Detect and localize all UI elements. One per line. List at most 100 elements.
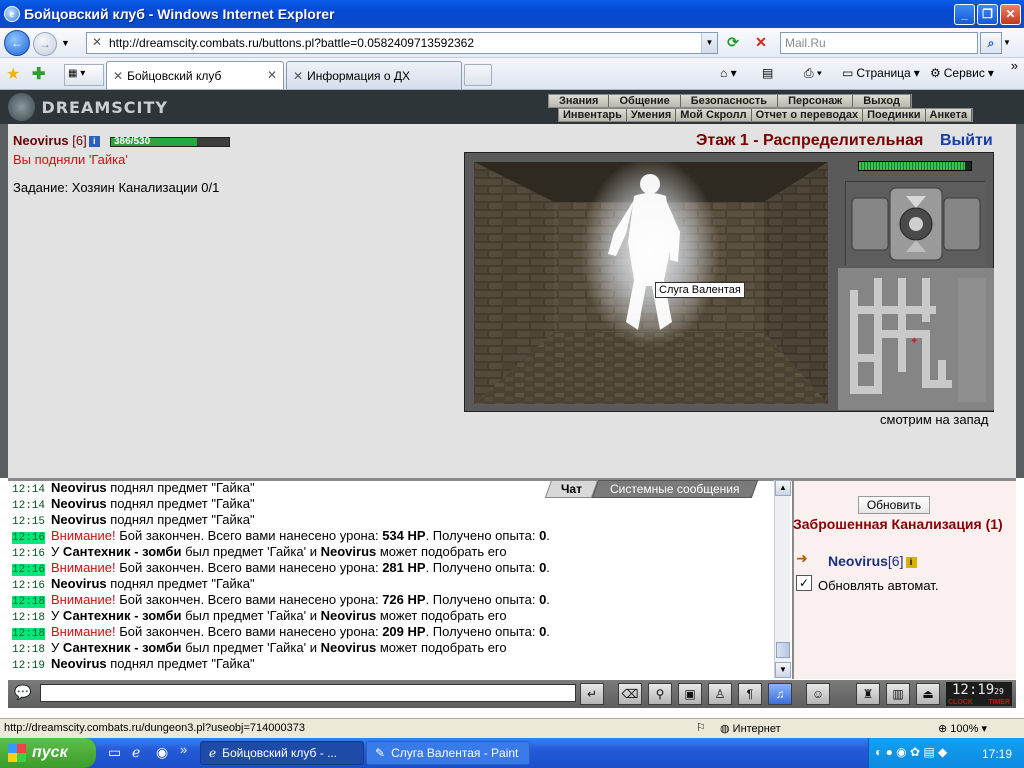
scroll-thumb[interactable]	[776, 642, 790, 658]
refresh-icon[interactable]: ⟳	[723, 34, 743, 54]
ie-quicklaunch-icon[interactable]: ℯ	[132, 744, 140, 761]
tab-combats[interactable]: ✕ Бойцовский клуб ✕	[106, 61, 284, 89]
tab-chat[interactable]: Чат	[544, 480, 599, 498]
page-menu[interactable]: ▭ Страница ▾	[842, 66, 920, 80]
start-button[interactable]: пуск	[0, 738, 96, 768]
player-name[interactable]: Neovirus [6] i	[13, 133, 100, 148]
chat-message-input[interactable]	[40, 684, 576, 702]
chat-bold-text[interactable]: Neovirus	[321, 640, 377, 655]
game-menu-item[interactable]: Безопасность	[681, 95, 779, 107]
add-favorites-icon[interactable]: ✚	[32, 64, 45, 84]
minimize-button[interactable]: _	[954, 4, 975, 25]
desktop-icon[interactable]: ▭	[108, 744, 121, 761]
send-icon[interactable]: ↵	[580, 683, 604, 705]
stop-icon[interactable]: ✕	[751, 34, 771, 54]
quick-tabs-button[interactable]: ▦ ▾	[64, 64, 104, 86]
chat-bold-text[interactable]: Neovirus	[51, 656, 107, 671]
game-menu-item[interactable]: Выход	[853, 95, 911, 107]
task-paint[interactable]: ✎ Слуга Валентая - Paint	[366, 741, 530, 765]
chat-time[interactable]: 12:15	[12, 516, 45, 528]
chat-text: . Получено опыта:	[425, 528, 540, 543]
game-menu-item[interactable]: Поединки	[863, 109, 926, 121]
inventory-icon[interactable]: ▥	[886, 683, 910, 705]
chat-time[interactable]: 12:14	[12, 500, 45, 512]
home-icon[interactable]: ⌂ ▾	[720, 66, 737, 80]
game-menu-item[interactable]: Инвентарь	[559, 109, 627, 121]
location-user-level: [6]	[887, 553, 904, 569]
quicklaunch-more-icon[interactable]: »	[180, 742, 187, 757]
auto-refresh-checkbox[interactable]: ✓	[796, 575, 812, 591]
game-menu-item[interactable]: Персонаж	[778, 95, 854, 107]
game-menu-item[interactable]: Мой Скролл	[676, 109, 752, 121]
location-user[interactable]: Neovirus[6] i	[828, 553, 917, 569]
chat-time[interactable]: 12:18	[12, 628, 46, 640]
speech-icon[interactable]: 💬	[14, 684, 36, 704]
refresh-button[interactable]: Обновить	[858, 496, 930, 514]
chat-bold-text[interactable]: Neovirus	[51, 496, 107, 511]
character-icon[interactable]: ♜	[856, 683, 880, 705]
chat-time[interactable]: 12:19	[12, 660, 45, 672]
media-player-icon[interactable]: ◉	[156, 744, 168, 761]
exit-link[interactable]: Выйти	[940, 132, 993, 150]
game-menu-item[interactable]: Общение	[609, 95, 681, 107]
game-menu-item[interactable]: Умения	[627, 109, 677, 121]
search-icon[interactable]: ⌕	[980, 32, 1002, 54]
chat-time[interactable]: 12:16	[12, 564, 46, 576]
game-menu-item[interactable]: Отчет о переводах	[752, 109, 864, 121]
maximize-button[interactable]: ❐	[977, 4, 998, 25]
game-menu-item[interactable]: Анкета	[926, 109, 973, 121]
search-options-icon[interactable]: ▼	[1003, 38, 1011, 47]
exit-icon[interactable]: ⏏	[916, 683, 940, 705]
zoom-level[interactable]: ⊕ 100% ▾	[938, 722, 987, 735]
new-tab-button[interactable]	[464, 64, 492, 86]
favorites-star-icon[interactable]: ★	[6, 64, 20, 84]
address-input[interactable]: http://dreamscity.combats.ru/buttons.pl?…	[109, 36, 474, 50]
chat-time[interactable]: 12:14	[12, 484, 45, 496]
private-icon[interactable]: ¶	[738, 683, 762, 705]
tab-info-dh[interactable]: ✕ Информация о ДХ	[286, 61, 462, 89]
chat-bold-text[interactable]: Neovirus	[51, 512, 107, 527]
back-button[interactable]: ←	[4, 30, 30, 56]
scroll-down-icon[interactable]: ▼	[775, 662, 791, 678]
forward-button[interactable]: →	[33, 32, 57, 56]
more-commands-icon[interactable]: »	[1011, 58, 1018, 73]
chat-scrollbar[interactable]: ▲ ▼	[774, 480, 791, 678]
feeds-icon[interactable]: ▤	[762, 66, 773, 80]
dungeon-view[interactable]	[474, 162, 828, 404]
chat-time[interactable]: 12:16	[12, 580, 45, 592]
chat-time[interactable]: 12:16	[12, 548, 45, 560]
chat-text: поднял предмет "Гайка"	[106, 656, 255, 671]
compass-control[interactable]	[845, 181, 986, 266]
chat-bold-text[interactable]: Neovirus	[321, 544, 377, 559]
chat-time[interactable]: 12:18	[12, 596, 46, 608]
chat-time[interactable]: 12:18	[12, 644, 45, 656]
walk-icon[interactable]: ♙	[708, 683, 732, 705]
facing-direction: смотрим на запад	[880, 412, 989, 427]
address-bar[interactable]: ✕ http://dreamscity.combats.ru/buttons.p…	[86, 32, 718, 54]
service-menu[interactable]: ⚙ Сервис ▾	[930, 66, 994, 80]
tab-system-messages[interactable]: Системные сообщения	[591, 480, 758, 498]
tab-close-icon[interactable]: ✕	[267, 68, 277, 82]
music-icon[interactable]: ♫	[768, 683, 792, 705]
address-dropdown-icon[interactable]: ▼	[701, 33, 717, 53]
chat-time[interactable]: 12:18	[12, 612, 45, 624]
smiley-icon[interactable]: ☺	[806, 683, 830, 705]
print-icon[interactable]: ⎙ ▾	[804, 66, 822, 81]
save-icon[interactable]: ▣	[678, 683, 702, 705]
eraser-icon[interactable]: ⌫	[618, 683, 642, 705]
chat-bold-text[interactable]: Neovirus	[321, 608, 377, 623]
chat-bold-text[interactable]: Neovirus	[51, 480, 107, 495]
info-icon[interactable]: i	[905, 557, 917, 568]
info-icon[interactable]: i	[88, 136, 100, 147]
chat-bold-text[interactable]: Neovirus	[51, 576, 107, 591]
tray-icons[interactable]: ◐ ● ◉ ✿ ▤ ◆	[875, 745, 947, 759]
chat-time[interactable]: 12:16	[12, 532, 46, 544]
filter-icon[interactable]: ⚲	[648, 683, 672, 705]
task-combats[interactable]: ℯ Бойцовский клуб - ...	[200, 741, 364, 765]
scroll-up-icon[interactable]: ▲	[775, 480, 791, 496]
game-menu-item[interactable]: Знания	[549, 95, 610, 107]
close-button[interactable]: ✕	[1000, 4, 1021, 25]
tray-clock: 17:19	[981, 747, 1012, 761]
search-input[interactable]: Mail.Ru	[780, 32, 978, 54]
history-dropdown-icon[interactable]: ▼	[61, 38, 70, 48]
